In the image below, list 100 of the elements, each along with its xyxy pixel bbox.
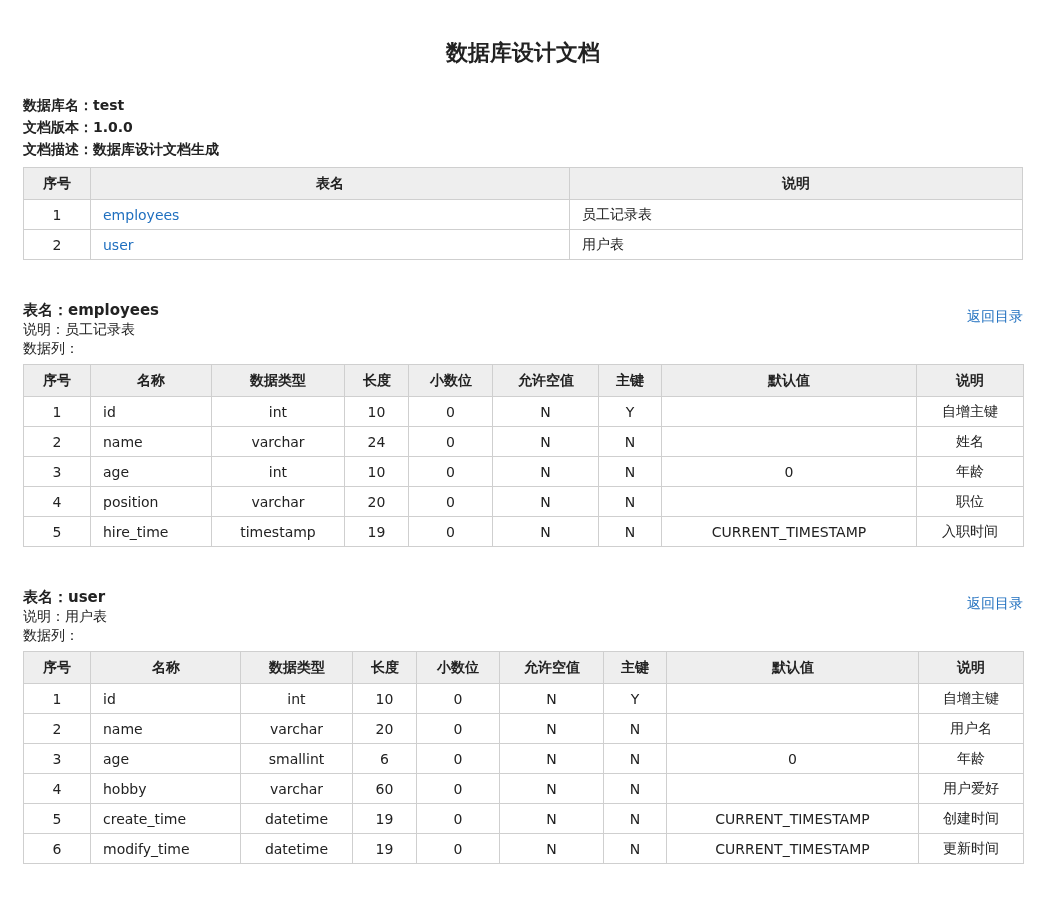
table-cell: 19 (375, 810, 394, 827)
column-header: 长度 (352, 651, 417, 684)
info-line: 数据库名：test (23, 96, 126, 115)
table-cell: N (629, 750, 641, 767)
table-cell: name (103, 433, 143, 450)
table-cell: 4 (52, 493, 62, 510)
table-cell: 20 (375, 720, 394, 737)
table-cell: 0 (784, 463, 794, 480)
table-cell: int (287, 690, 306, 707)
back-to-contents-link[interactable]: 返回目录 (967, 308, 1023, 326)
table-cell: age (103, 750, 130, 767)
info-line: 文档版本：1.0.0 (23, 118, 134, 137)
table-cell: 更新时间 (943, 839, 999, 856)
table-cell: CURRENT_TIMESTAMP (711, 523, 867, 540)
table-cell: N (629, 720, 641, 737)
table-cell: 职位 (956, 492, 984, 509)
column-header: 说明 (916, 364, 1024, 397)
table-cell: int (268, 463, 288, 480)
table-cell: 姓名 (956, 432, 984, 449)
table-cell: varchar (269, 780, 324, 797)
table-cell: name (103, 720, 143, 737)
table-cell: N (624, 493, 636, 510)
table-heading: 表名：employees (23, 300, 160, 320)
table-cell: smallint (268, 750, 325, 767)
table-description: 说明：员工记录表 (23, 320, 136, 339)
table-cell: 20 (367, 493, 386, 510)
table-cell: N (624, 523, 636, 540)
table-cell: 0 (446, 463, 455, 480)
table-cell: create_time (103, 810, 187, 827)
table-cell: 5 (52, 523, 62, 540)
table-cell: N (540, 523, 551, 540)
table-cell: N (540, 493, 551, 510)
table-cell: 10 (367, 463, 386, 480)
column-header: 说明 (569, 167, 1023, 200)
back-to-contents-link[interactable]: 返回目录 (967, 595, 1023, 613)
table-cell: N (629, 810, 641, 827)
table-cell: 0 (788, 750, 797, 767)
table-cell: modify_time (103, 840, 190, 857)
table-cell: 24 (367, 433, 386, 450)
column-header: 小数位 (416, 651, 500, 684)
table-cell: Y (625, 403, 635, 420)
table-cell: N (546, 750, 557, 767)
table-cell: 0 (453, 810, 463, 827)
table-cell: 0 (446, 433, 455, 450)
table-cell: 19 (367, 523, 386, 540)
table-cell: 0 (453, 840, 463, 857)
column-header: 允许空值 (499, 651, 604, 684)
table-cell: age (103, 463, 130, 480)
column-header: 默认值 (666, 651, 919, 684)
table-cell: 6 (52, 840, 62, 857)
table-cell: 用户名 (950, 719, 992, 736)
table-cell: datetime (264, 840, 329, 857)
table-cell: hobby (103, 780, 147, 797)
column-header: 序号 (23, 167, 91, 200)
column-header: 名称 (90, 364, 212, 397)
column-header: 数据类型 (211, 364, 345, 397)
table-cell: 10 (375, 690, 394, 707)
table-cell: 员工记录表 (582, 205, 652, 222)
table-cell: N (629, 780, 641, 797)
table-cell: 3 (52, 463, 62, 480)
table-cell: 0 (453, 690, 463, 707)
table-cell: N (540, 463, 551, 480)
table-cell: 0 (446, 403, 455, 420)
table-cell: varchar (251, 493, 305, 510)
table-link[interactable]: user (103, 236, 134, 253)
table-cell: N (540, 433, 551, 450)
table-cell: 自增主键 (942, 402, 998, 419)
table-cell: position (103, 493, 159, 510)
column-header: 主键 (598, 364, 662, 397)
table-cell: 5 (52, 810, 62, 827)
table-cell: id (103, 690, 116, 707)
table-description: 说明：用户表 (23, 607, 107, 626)
column-header: 序号 (23, 651, 91, 684)
columns-label: 数据列： (23, 626, 80, 645)
table-cell: 入职时间 (942, 522, 998, 539)
table-cell: 年龄 (957, 749, 985, 766)
table-cell: 2 (52, 236, 62, 253)
column-header: 主键 (603, 651, 667, 684)
table-cell: 0 (453, 780, 463, 797)
table-cell: id (103, 403, 116, 420)
table-cell: 6 (380, 750, 389, 767)
table-cell: CURRENT_TIMESTAMP (715, 840, 870, 857)
table-cell: datetime (264, 810, 329, 827)
table-cell: N (546, 690, 557, 707)
table-cell: 0 (453, 720, 463, 737)
info-line: 文档描述：数据库设计文档生成 (23, 140, 220, 159)
columns-label: 数据列： (23, 339, 80, 358)
table-cell: 19 (375, 840, 394, 857)
table-cell: varchar (269, 720, 324, 737)
table-cell: Y (630, 690, 640, 707)
table-cell: 1 (52, 206, 62, 223)
column-header: 默认值 (661, 364, 917, 397)
table-cell: N (546, 810, 557, 827)
table-cell: N (624, 463, 636, 480)
table-cell: N (629, 840, 641, 857)
table-cell: 年龄 (956, 462, 984, 479)
table-cell: 创建时间 (943, 809, 999, 826)
table-link[interactable]: employees (103, 206, 180, 223)
table-cell: N (546, 780, 557, 797)
table-cell: CURRENT_TIMESTAMP (715, 810, 870, 827)
